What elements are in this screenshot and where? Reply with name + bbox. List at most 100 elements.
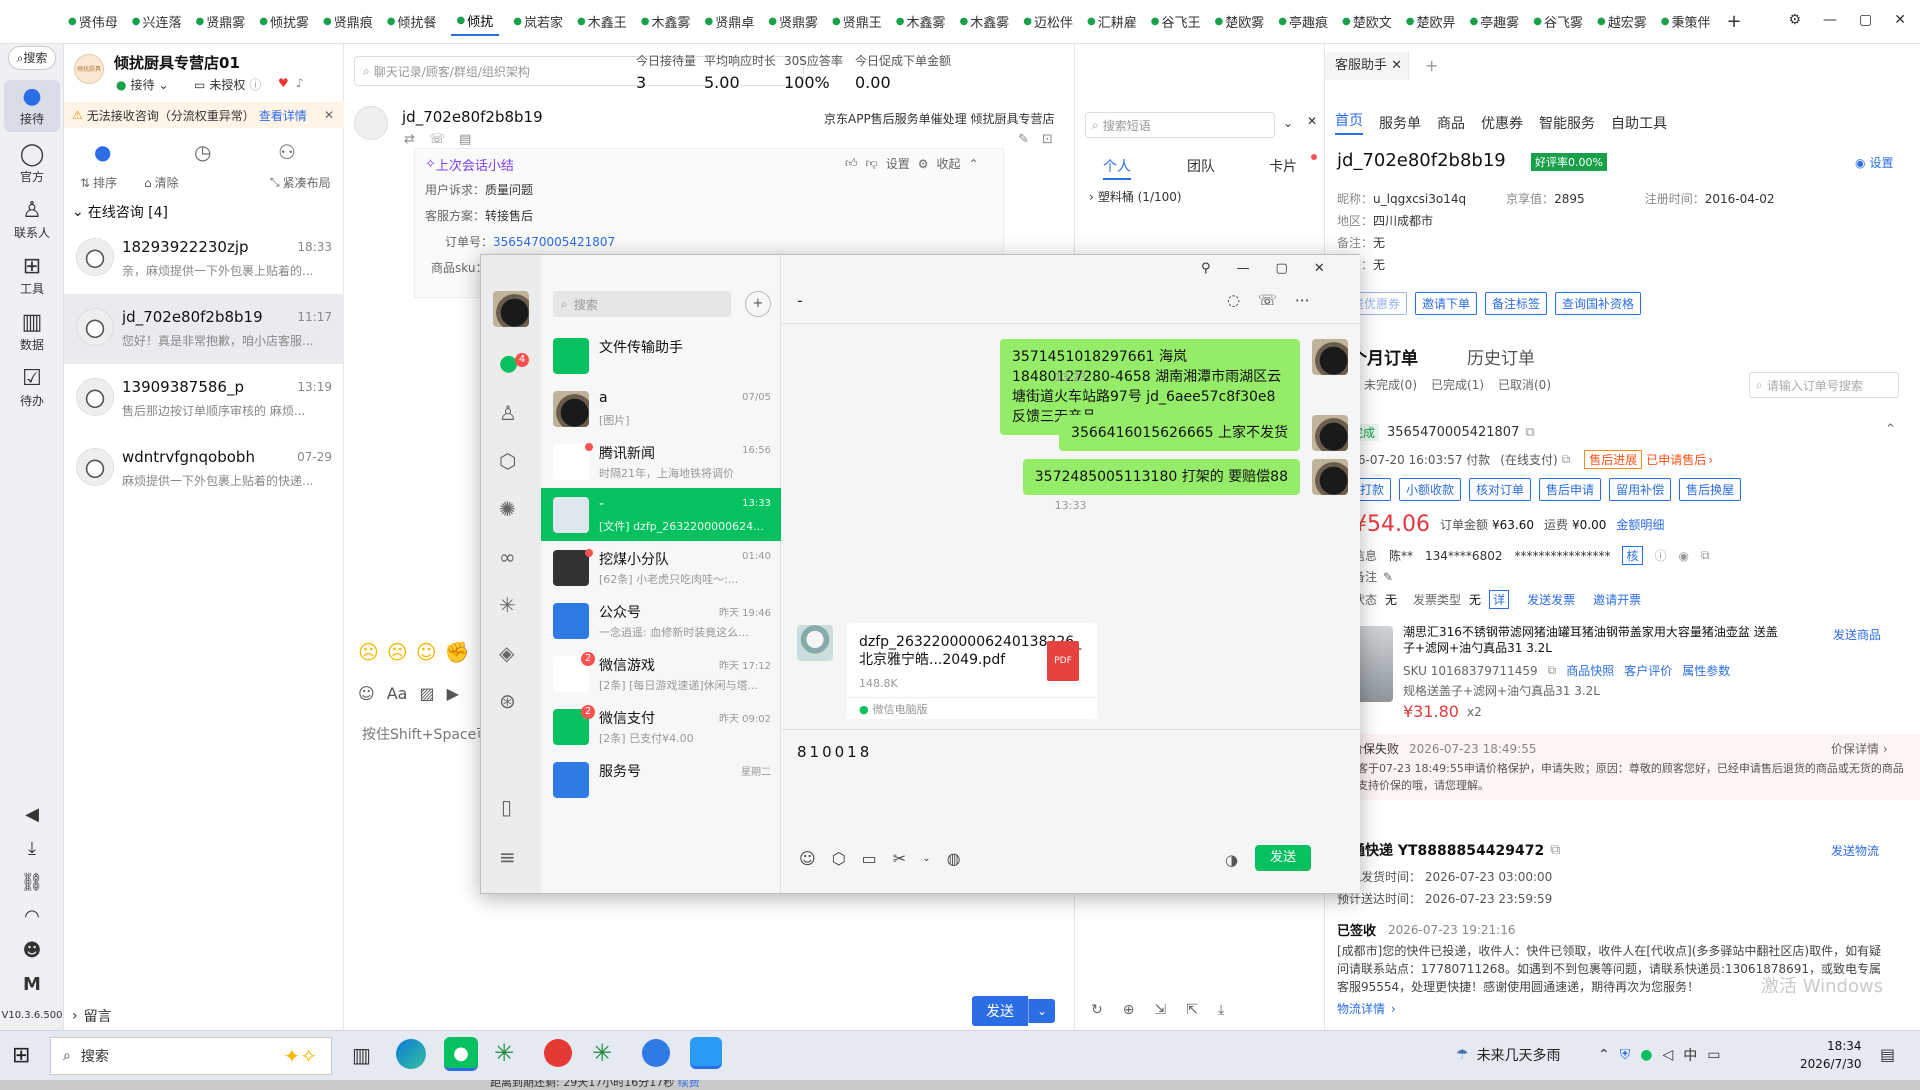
list-item[interactable]: jd_702e80f2b8b19 11:17 您好！真是非常抱歉，咱小店客服... <box>64 294 344 364</box>
clock[interactable]: 18:34 2026/7/30 <box>1800 1037 1862 1073</box>
wechat-chat-item[interactable]: - 13:33 [文件] dzfp_2632200000624... <box>541 488 781 541</box>
message-bubble[interactable]: 3572485005113180 打架的 要赔偿88 <box>1022 459 1300 495</box>
app-icon[interactable]: ✳ <box>494 1039 514 1067</box>
thumb-down-icon[interactable]: 👎︎ <box>866 156 878 171</box>
thumb-up-icon[interactable]: 👍︎ <box>845 156 858 171</box>
amount-detail-link[interactable]: 金额明细 <box>1616 516 1664 533</box>
chevron-down-icon[interactable]: ⌄ <box>922 853 930 864</box>
edge-icon[interactable] <box>396 1039 426 1069</box>
copy-icon[interactable]: ⧉ <box>1525 425 1534 440</box>
online-section-header[interactable]: ⌄ 在线咨询 [4] <box>72 202 168 222</box>
taskbar-search[interactable]: ⌕ 搜索 ✦✧ <box>50 1037 332 1075</box>
favorites-icon[interactable]: ⬡ <box>499 449 516 473</box>
input-hint[interactable]: 按住Shift+Space可 <box>362 724 490 744</box>
top-tab[interactable]: ● 木鑫王 <box>577 12 627 31</box>
close-icon[interactable]: ✕ <box>1314 261 1325 276</box>
top-tab[interactable]: ● 楚欧文 <box>1342 12 1392 31</box>
settings-link[interactable]: ◉ 设置 <box>1855 154 1894 171</box>
close-icon[interactable]: ✕ <box>324 108 334 122</box>
chevron-up-icon[interactable]: ⌃ <box>1598 1047 1610 1063</box>
gear-icon[interactable]: ⚙ <box>918 157 929 171</box>
search-feature-icon[interactable]: ✳ <box>499 593 516 617</box>
order-number[interactable]: 3565470005421807 <box>1387 425 1519 440</box>
send-logistics-link[interactable]: 发送物流 <box>1831 842 1879 859</box>
subtab[interactable]: 首页 <box>1335 110 1363 135</box>
send-button[interactable]: 发送 <box>972 996 1028 1026</box>
wechat-app-icon[interactable]: ● <box>444 1037 478 1071</box>
assistant-tab[interactable]: 客服助手 ✕ <box>1325 52 1409 80</box>
top-tab[interactable]: ● 亭趣雾 <box>1470 12 1520 31</box>
tab-personal[interactable]: 个人 <box>1103 156 1131 180</box>
wechat-send-button[interactable]: 发送 <box>1255 845 1311 871</box>
nav-tools[interactable]: ⊞ 工具 <box>0 254 64 297</box>
top-tab[interactable]: ● 倾扰雾 <box>259 12 309 31</box>
list-item[interactable]: wdntrvfgnqobobh 07-29 麻烦提供一下外包裹上贴着的快递... <box>64 434 344 504</box>
moments-icon[interactable]: ✺ <box>499 497 516 521</box>
volume-icon[interactable]: ◁ <box>1662 1047 1673 1063</box>
phone-icon[interactable]: ▯ <box>501 795 512 819</box>
emoji-icon[interactable]: ☺ <box>799 849 816 868</box>
top-tab[interactable]: ● 秉策伴 <box>1661 12 1711 31</box>
sort-button[interactable]: ⇅ 排序 <box>80 174 117 191</box>
protect-detail-link[interactable]: 价保详情 › <box>1831 740 1888 757</box>
add-chat-button[interactable]: + <box>745 291 771 317</box>
message-input[interactable]: 810018 <box>797 743 872 761</box>
copy-icon[interactable]: ⧉ <box>1550 842 1560 858</box>
favorites-icon[interactable]: ⬡ <box>832 849 846 868</box>
channels-icon[interactable]: ∞ <box>499 545 516 569</box>
snapshot-link[interactable]: 商品快照 <box>1566 662 1614 679</box>
wechat-chat-item[interactable]: 文件传输助手 <box>541 329 781 382</box>
network-icon[interactable]: ▭ <box>1707 1047 1720 1063</box>
app-red-icon[interactable] <box>544 1039 572 1067</box>
top-tab[interactable]: ● 迈松伴 <box>1023 12 1073 31</box>
add-tab-icon[interactable]: + <box>1425 56 1438 75</box>
wechat-chat-item[interactable]: 挖煤小分队 01:40 [62条] 小老虎只吃肉哇～:... <box>541 541 781 594</box>
phone-icon[interactable]: ☏ <box>429 132 445 147</box>
my-avatar[interactable] <box>493 291 529 327</box>
order-filter[interactable]: 已完成(1) <box>1431 376 1484 393</box>
orders-tab-history[interactable]: 历史订单 <box>1467 344 1535 369</box>
wechat-chat-item[interactable]: 服务号 星期二 <box>541 753 781 806</box>
megaphone-icon[interactable]: ◀ <box>0 804 64 825</box>
nav-data[interactable]: ▥ 数据 <box>0 310 64 353</box>
top-tab[interactable]: ● 楚欧雾 <box>1215 12 1265 31</box>
top-tab[interactable]: ● 贤鼎卓 <box>705 12 755 31</box>
m-icon[interactable]: M <box>0 974 64 995</box>
phrase-folder[interactable]: › 塑料桶 (1/100) <box>1089 188 1182 205</box>
logistics-detail-link[interactable]: 物流详情 › <box>1337 1000 1396 1017</box>
order-action-button[interactable]: 留用补偿 <box>1609 478 1672 501</box>
add-tab-icon[interactable]: + <box>1727 11 1742 32</box>
windows-start-icon[interactable]: ⊞ <box>12 1043 30 1068</box>
input-icon[interactable]: 中 <box>1683 1045 1697 1065</box>
send-options-button[interactable]: ⌄ <box>1028 999 1056 1023</box>
refresh-icon[interactable]: ↻ <box>1091 1002 1103 1018</box>
folder-icon[interactable]: ▭ <box>862 849 877 868</box>
file-message[interactable]: dzfp_26322000006240138226_北京雅宁皓...2049.p… <box>847 623 1097 719</box>
filter-icon[interactable]: ⌄ <box>1283 116 1293 130</box>
nav-contacts[interactable]: ♙ 联系人 <box>0 198 64 241</box>
wechat-chat-item[interactable]: 腾讯新闻 16:56 时隔21年，上海地铁将调价 <box>541 435 781 488</box>
minimize-icon[interactable]: — <box>1237 261 1250 276</box>
shield-icon[interactable]: ⛨ <box>1620 1047 1631 1063</box>
order-filter[interactable]: 未完成(0) <box>1364 376 1417 393</box>
send-invoice-link[interactable]: 发送发票 <box>1527 591 1575 608</box>
message-section[interactable]: › 留言 <box>72 1006 112 1026</box>
customer-action-button[interactable]: 备注标签 <box>1485 292 1548 315</box>
app-blue-icon[interactable] <box>642 1039 670 1067</box>
auth-status[interactable]: ▭ 未授权 ⓘ <box>194 76 261 93</box>
top-tab[interactable]: ● 亭趣痕 <box>1278 12 1328 31</box>
more-icon[interactable]: ⋯ <box>1295 291 1310 309</box>
send-product-link[interactable]: 发送商品 <box>1833 626 1881 643</box>
top-tab[interactable]: ● 贤伟母 <box>68 12 118 31</box>
scissors-icon[interactable]: ✂ <box>893 849 906 868</box>
headset-icon[interactable]: ◠ <box>0 906 64 927</box>
clear-button[interactable]: ⌂ 清除 <box>144 174 179 191</box>
product-title[interactable]: 潮思汇316不锈钢带滤网猪油罐耳猪油钢带盖家用大容量猪油壶盆 送盖子+滤网+油勺… <box>1403 624 1783 656</box>
subtab[interactable]: 优惠券 <box>1481 113 1523 133</box>
wechat-chat-item[interactable]: 公众号 昨天 19:46 一念逍遥: 血修新时装竟这么... <box>541 594 781 647</box>
copy-icon[interactable]: ⧉ <box>1701 548 1710 563</box>
top-tab[interactable]: ● 岚若家 <box>513 12 563 31</box>
weather-widget[interactable]: ☂ 未来几天多雨 <box>1456 1045 1561 1065</box>
top-tab[interactable]: ● 贤鼎王 <box>832 12 882 31</box>
subtab[interactable]: 商品 <box>1437 113 1465 133</box>
